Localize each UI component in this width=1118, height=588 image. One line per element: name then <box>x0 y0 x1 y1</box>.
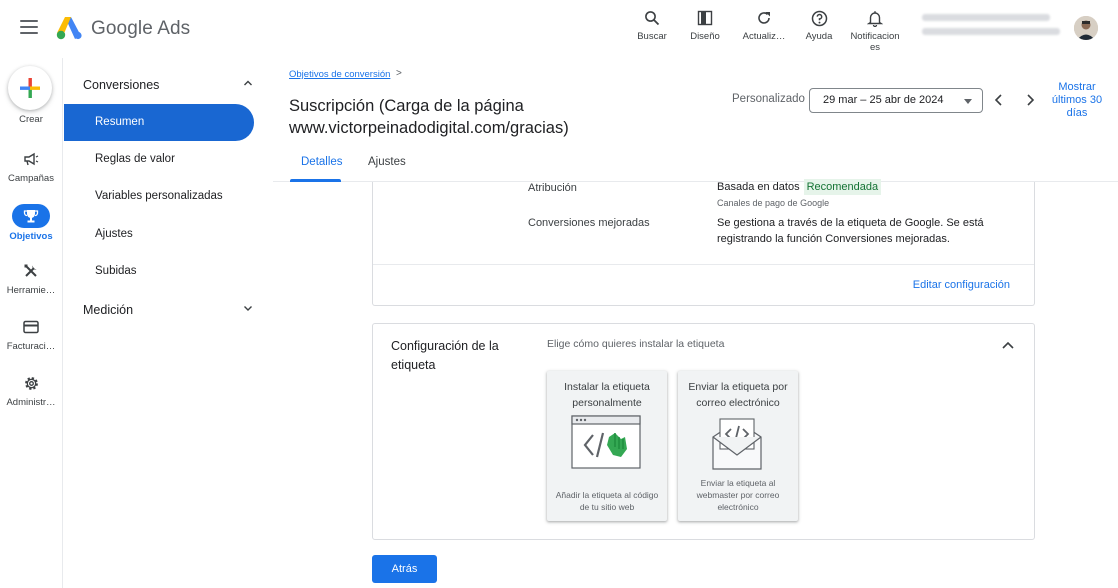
attribution-model: Basada en datos <box>717 181 800 193</box>
layout-button[interactable]: Diseño <box>677 8 733 42</box>
email-envelope-illustration <box>712 418 762 470</box>
help-button[interactable]: Ayuda <box>791 8 847 42</box>
enhanced-conversions-value: Se gestiona a través de la etiqueta de G… <box>717 217 984 245</box>
tag-setup-card: Configuración de la etiqueta Elige cómo … <box>372 323 1035 540</box>
search-label: Buscar <box>637 31 667 42</box>
rail-label-goals: Objetivos <box>9 231 53 242</box>
attribution-subtext: Canales de pago de Google <box>717 198 830 208</box>
chevron-down-icon <box>244 306 252 311</box>
page-title-line2: www.victorpeinadodigital.com/gracias) <box>289 119 569 137</box>
email-tag-title: Enviar la etiqueta por correo electrónic… <box>688 381 788 409</box>
create-button[interactable] <box>8 66 52 110</box>
layout-label: Diseño <box>690 31 720 42</box>
nav-item-value-rules[interactable]: Reglas de valor <box>64 141 254 178</box>
rail-label-billing: Facturaci… <box>6 341 56 352</box>
search-button[interactable]: Buscar <box>624 8 680 42</box>
main-menu-icon[interactable] <box>20 20 38 36</box>
install-tag-yourself-option[interactable]: Instalar la etiqueta personalmente Añadi… <box>547 371 667 521</box>
nav-section-measurement-label: Medición <box>83 303 134 317</box>
attribution-value: Basada en datos Recomendada Canales de pa… <box>717 179 882 211</box>
nav-item-settings[interactable]: Ajustes <box>64 216 254 253</box>
rail-label-admin: Administr… <box>6 397 56 408</box>
next-period-icon[interactable] <box>1022 91 1038 109</box>
page-title-line1: Suscripción (Carga de la página <box>289 97 524 115</box>
google-ads-logo <box>56 17 82 40</box>
rail-create-label-wrap: Crear <box>0 111 62 125</box>
tag-setup-title: Configuración de la etiqueta <box>391 339 499 372</box>
refresh-label: Actualiz… <box>742 31 786 42</box>
nav-section-measurement[interactable]: Medición <box>83 303 253 317</box>
search-icon <box>645 11 660 26</box>
rail-label-campaigns: Campañas <box>8 173 54 184</box>
code-browser-illustration <box>571 415 641 469</box>
nav-section-conversions-label: Conversiones <box>83 78 160 92</box>
refresh-button[interactable]: Actualiz… <box>736 8 792 42</box>
rail-item-admin[interactable]: Administr… <box>0 372 62 408</box>
tab-details[interactable]: Detalles <box>301 156 343 168</box>
nav-item-uploads[interactable]: Subidas <box>64 253 254 290</box>
rail-item-billing[interactable]: Facturaci… <box>0 316 62 352</box>
breadcrumb-goals[interactable]: Objetivos de conversión <box>289 69 390 80</box>
nav-item-summary[interactable]: Resumen <box>64 104 254 141</box>
left-rail: Crear Campañas Objetivos Herramie… Factu… <box>0 58 63 588</box>
notifications-button[interactable]: Notificacion es <box>846 8 904 53</box>
notifications-label: Notificacion es <box>850 31 900 53</box>
install-yourself-title: Instalar la etiqueta personalmente <box>564 381 650 409</box>
rail-item-goals[interactable]: Objetivos <box>0 204 62 242</box>
tab-settings[interactable]: Ajustes <box>368 156 406 168</box>
user-photo <box>1074 16 1098 40</box>
dropdown-caret-icon <box>964 99 972 104</box>
rail-label-tools: Herramie… <box>6 285 56 296</box>
card-divider <box>373 264 1034 265</box>
breadcrumb-separator: > <box>396 68 402 79</box>
settings-icon <box>24 376 38 390</box>
attribution-label: Atribución <box>528 182 577 194</box>
recommended-badge: Recomendada <box>803 179 882 195</box>
product-name: Google Ads <box>91 18 191 39</box>
enhanced-conversions-label: Conversiones mejoradas <box>528 217 650 229</box>
rail-item-tools[interactable]: Herramie… <box>0 260 62 296</box>
tag-setup-subtitle: Elige cómo quieres instalar la etiqueta <box>547 338 725 350</box>
layout-icon <box>697 10 713 26</box>
bell-icon <box>867 10 883 27</box>
secondary-nav: Conversiones Resumen Reglas de valor Var… <box>63 58 273 588</box>
tools-icon <box>24 264 37 277</box>
rail-item-campaigns[interactable]: Campañas <box>0 148 62 184</box>
chevron-up-icon[interactable] <box>1000 338 1016 352</box>
nav-section-conversions[interactable]: Conversiones <box>83 78 253 92</box>
credit-card-icon <box>23 320 39 334</box>
main-content: Objetivos de conversión > Suscripción (C… <box>273 58 1118 588</box>
back-button[interactable]: Atrás <box>372 555 437 583</box>
show-last-30-days-link[interactable]: Mostrar últimos 30 días <box>1051 81 1103 120</box>
tab-bar: Detalles Ajustes <box>273 154 1118 182</box>
email-tag-option[interactable]: Enviar la etiqueta por correo electrónic… <box>678 371 798 521</box>
account-info[interactable] <box>922 14 1062 42</box>
avatar[interactable] <box>1074 16 1098 40</box>
help-icon <box>811 10 827 26</box>
refresh-icon <box>758 12 770 24</box>
edit-settings-link[interactable]: Editar configuración <box>913 279 1010 291</box>
active-tab-indicator <box>290 179 341 182</box>
page-title: Suscripción (Carga de la página www.vict… <box>289 95 619 139</box>
previous-period-icon[interactable] <box>991 91 1007 109</box>
chevron-up-icon <box>244 80 252 86</box>
email-tag-description: Enviar la etiqueta al webmaster por corr… <box>696 478 780 512</box>
date-range-select[interactable]: 29 mar – 25 abr de 2024 <box>809 88 983 113</box>
help-label: Ayuda <box>805 31 833 42</box>
create-label: Crear <box>19 114 43 125</box>
nav-item-custom-variables[interactable]: Variables personalizadas <box>64 178 254 215</box>
plus-icon <box>20 78 40 98</box>
trophy-icon <box>23 210 39 223</box>
top-bar: Google Ads Buscar Diseño Actualiz… Ayuda… <box>0 0 1118 58</box>
conversion-settings-card: Atribución Basada en datos Recomendada Ca… <box>372 179 1035 306</box>
date-range-value: 29 mar – 25 abr de 2024 <box>823 94 944 106</box>
date-range-label: Personalizado <box>732 93 805 105</box>
install-yourself-description: Añadir la etiqueta al código de tu sitio… <box>555 490 659 512</box>
megaphone-icon <box>24 152 39 166</box>
